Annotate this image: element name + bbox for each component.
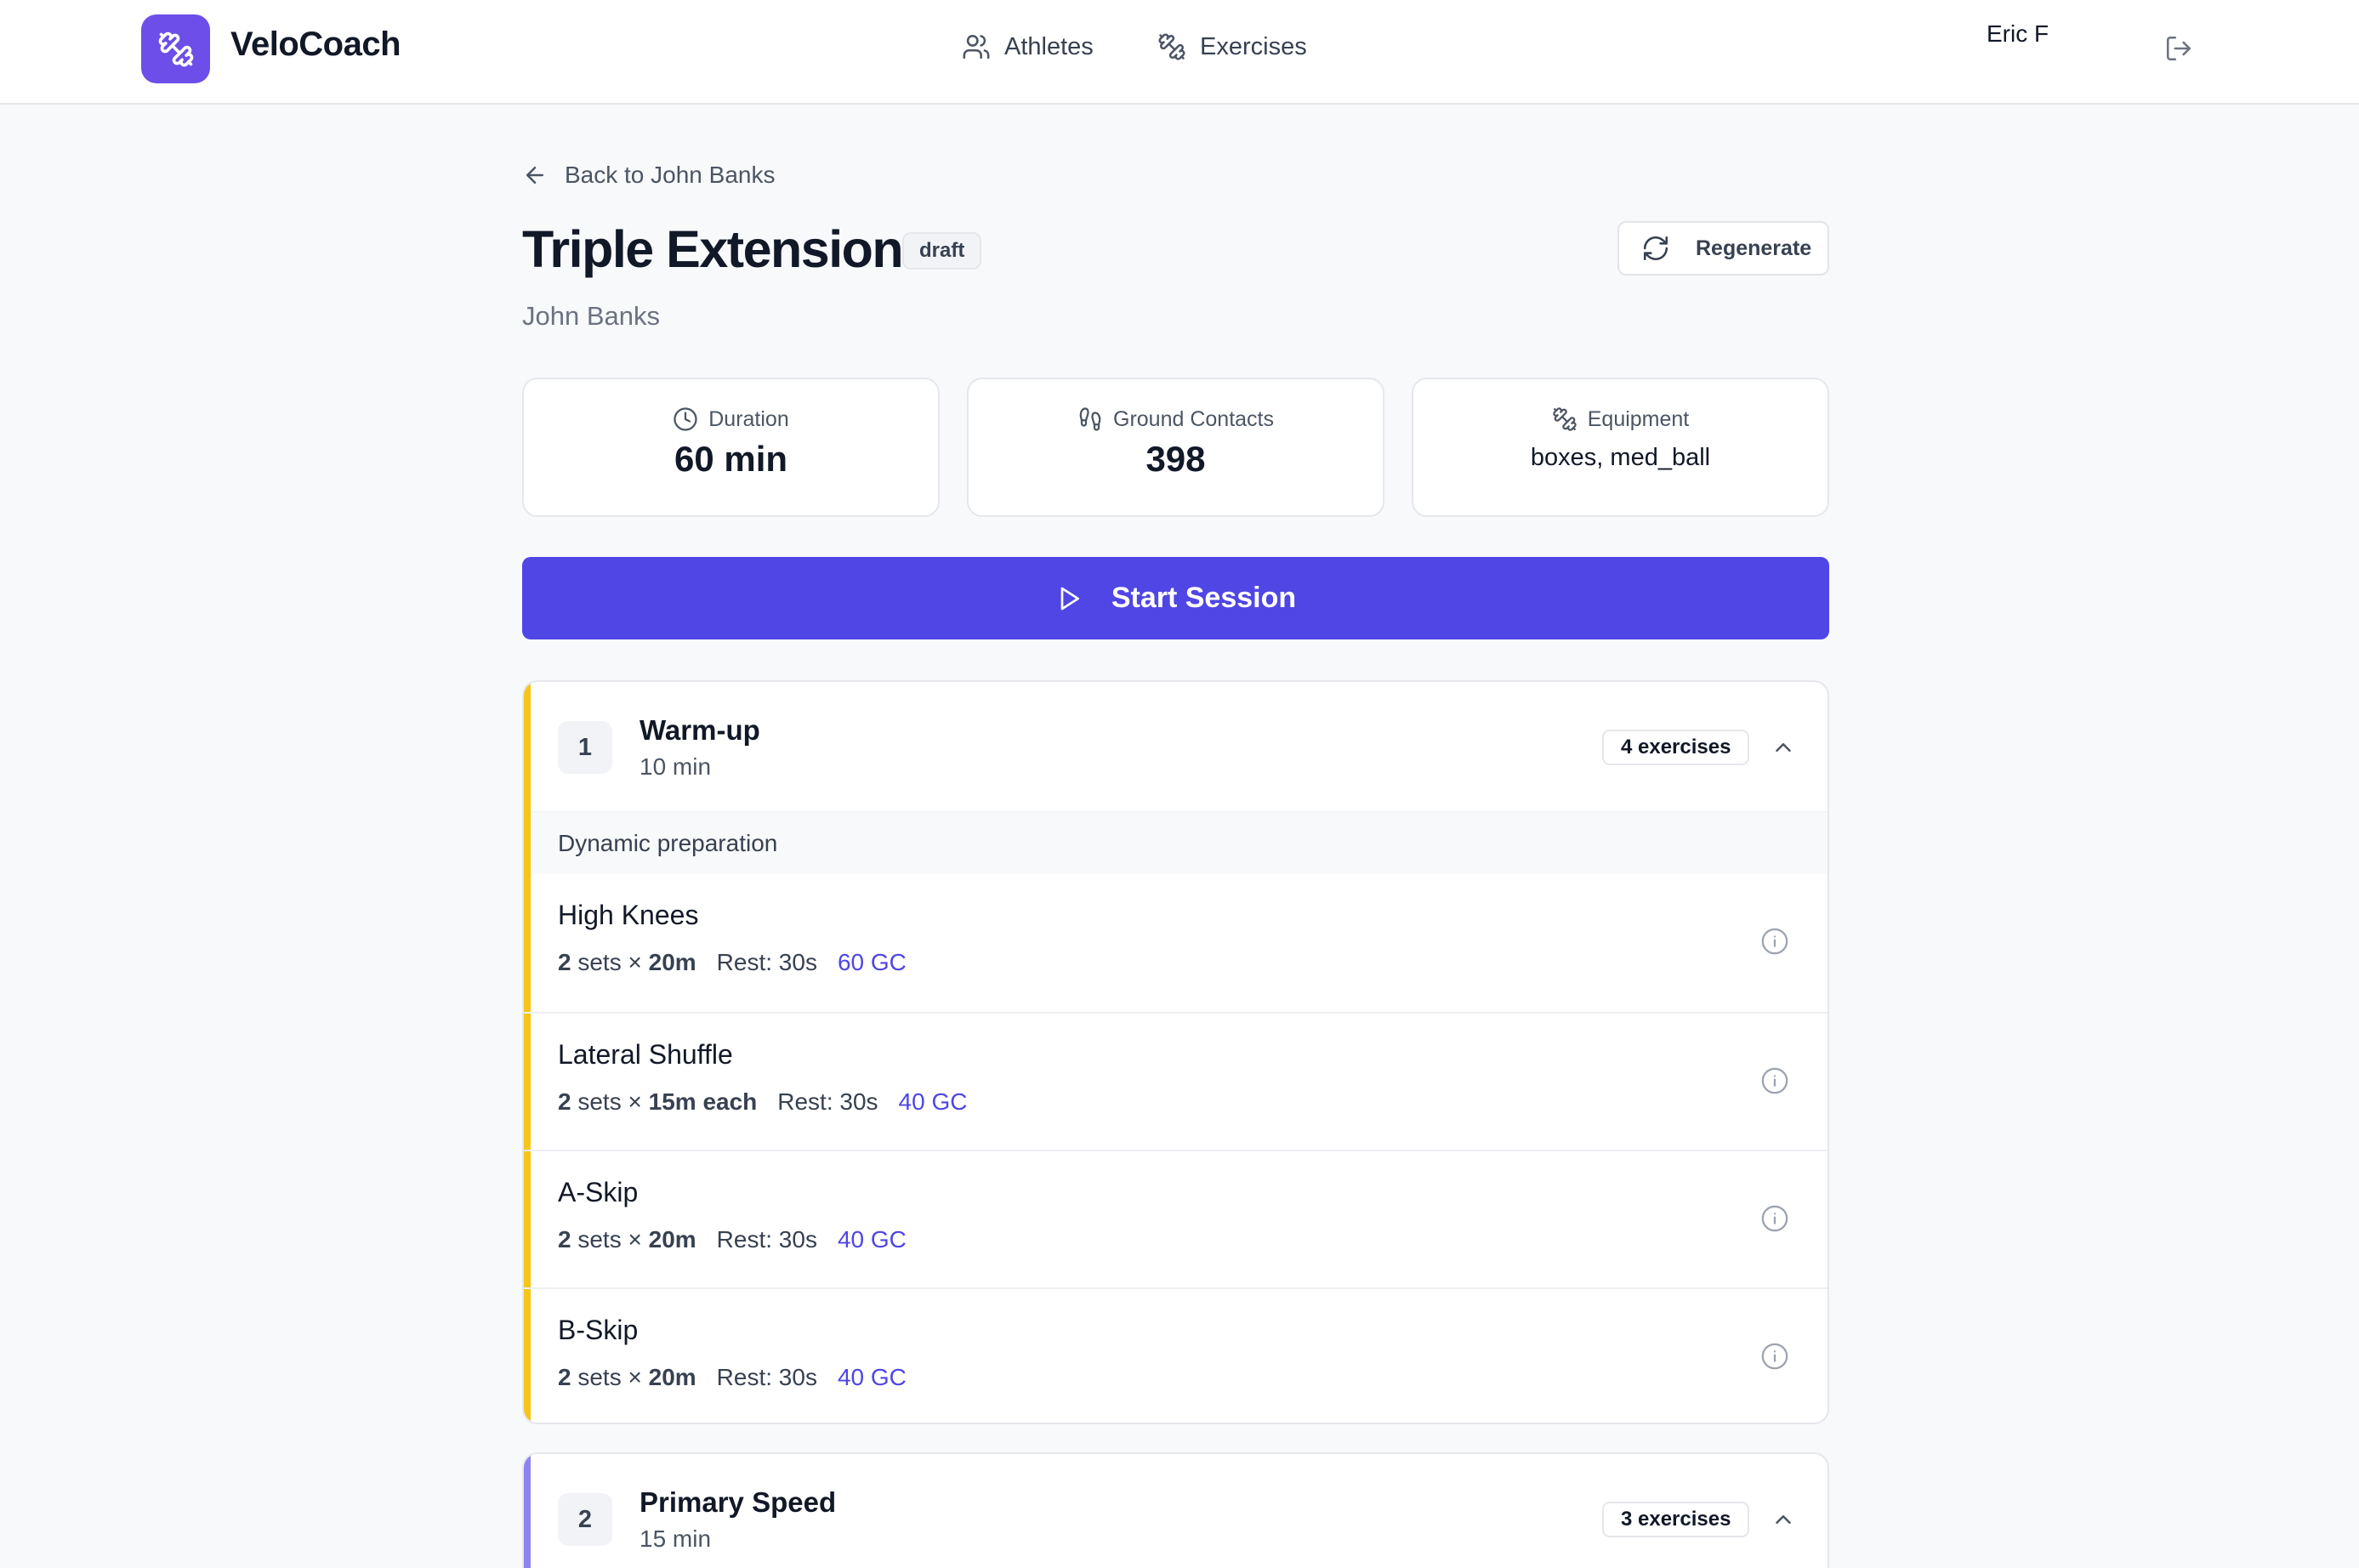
section-description: Dynamic preparation [524,811,1828,874]
logout-icon[interactable] [2164,34,2193,63]
nav-exercises-label: Exercises [1200,32,1307,60]
arrow-left-icon [526,167,543,184]
exercise-rest: Rest: 30s [777,1088,878,1115]
section-number: 2 [558,1493,612,1546]
exercise-list: High Knees 2 sets × 20m Rest: 30s 60 GC … [524,874,1828,1423]
section-warm-up: 1 Warm-up 10 min 4 exercises Dynamic pre… [522,680,1829,1424]
section-title: Primary Speed [639,1486,837,1518]
top-nav-bar: VeloCoach Athletes Exercises Eric F [0,0,2359,105]
section-header[interactable]: 2 Primary Speed 15 min 3 exercises [524,1454,1828,1568]
info-icon[interactable] [1760,1342,1789,1371]
back-link[interactable]: Back to John Banks [522,162,775,189]
exercise-count-badge: 3 exercises [1602,1502,1750,1537]
stat-value-ground-contacts: 398 [1145,439,1206,479]
exercise-prescription: 2 sets × 20m Rest: 30s 60 GC [558,949,907,976]
info-icon[interactable] [1760,927,1789,956]
exercise-prescription: 2 sets × 20m Rest: 30s 40 GC [558,1364,907,1391]
sets-count: 2 [558,1088,571,1115]
exercise-ground-contacts: 40 GC [898,1088,968,1115]
section-duration: 15 min [639,1525,712,1552]
brand-name[interactable]: VeloCoach [230,26,401,64]
sets-word: sets × [577,1088,642,1115]
chevron-up-icon[interactable] [1771,1507,1796,1532]
stat-label-row: Duration [673,406,789,432]
section-duration: 10 min [639,753,712,780]
section-title: Warm-up [639,714,760,746]
users-icon [963,34,990,60]
exercise-sets: 2 sets × 20m [558,1364,696,1391]
stat-label: Equipment [1587,406,1690,431]
clock-icon [674,407,697,431]
dumbbell-icon [158,31,193,66]
exercise-row[interactable]: B-Skip 2 sets × 20m Rest: 30s 40 GC [524,1287,1828,1423]
exercise-ground-contacts: 40 GC [837,1364,907,1390]
stat-label-row: Equipment [1552,406,1690,432]
regenerate-button[interactable]: Regenerate [1617,221,1829,276]
sets-count: 2 [558,1364,571,1390]
start-session-button[interactable]: Start Session [522,557,1829,639]
info-icon[interactable] [1760,1204,1789,1233]
stat-card-equipment: Equipment boxes, med_ball [1412,378,1829,517]
info-icon[interactable] [1760,1066,1789,1095]
sets-count: 2 [558,1226,571,1253]
stat-card-duration: Duration 60 min [522,378,940,517]
sets-count: 2 [558,949,571,975]
exercise-sets: 2 sets × 20m [558,1226,696,1253]
exercise-row[interactable]: High Knees 2 sets × 20m Rest: 30s 60 GC [524,874,1828,1012]
exercise-ground-contacts: 40 GC [837,1226,907,1253]
nav-athletes-label: Athletes [1004,32,1094,60]
section-header[interactable]: 1 Warm-up 10 min 4 exercises [524,682,1828,811]
sets-word: sets × [577,949,642,975]
exercise-rest: Rest: 30s [716,1364,817,1390]
refresh-icon [1643,236,1668,261]
exercise-name: B-Skip [558,1315,639,1345]
nav-exercises[interactable]: Exercises [1157,32,1307,61]
exercise-row[interactable]: A-Skip 2 sets × 20m Rest: 30s 40 GC [524,1150,1828,1287]
footprints-icon [1079,407,1101,431]
page-title: Triple Extension [522,220,904,278]
sets-word: sets × [577,1364,642,1390]
start-session-label: Start Session [1111,582,1297,614]
chevron-up-icon[interactable] [1771,735,1796,760]
exercise-name: A-Skip [558,1177,639,1207]
section-number: 1 [558,721,612,774]
exercise-name: High Knees [558,900,699,930]
status-badge: draft [902,232,982,270]
sets-word: sets × [577,1226,642,1253]
user-name[interactable]: Eric F [1987,20,2049,48]
stat-value-duration: 60 min [674,439,788,479]
back-link-label: Back to John Banks [565,162,776,188]
exercise-prescription: 2 sets × 20m Rest: 30s 40 GC [558,1226,907,1253]
app-logo[interactable] [141,14,210,83]
exercise-amount: 20m [648,949,696,975]
stat-label: Ground Contacts [1113,406,1274,431]
exercise-amount: 20m [648,1226,696,1253]
stat-value-equipment: boxes, med_ball [1530,444,1711,471]
stat-label: Duration [708,406,789,431]
exercise-sets: 2 sets × 15m each [558,1088,757,1116]
exercise-prescription: 2 sets × 15m each Rest: 30s 40 GC [558,1088,967,1116]
stat-card-ground-contacts: Ground Contacts 398 [967,378,1384,517]
dumbbell-icon [1553,407,1577,431]
regenerate-label: Regenerate [1696,236,1812,260]
exercise-row[interactable]: Lateral Shuffle 2 sets × 15m each Rest: … [524,1012,1828,1150]
play-icon [1060,587,1079,610]
athlete-name: John Banks [522,301,660,331]
nav-athletes[interactable]: Athletes [962,32,1094,61]
exercise-rest: Rest: 30s [716,1226,817,1253]
dumbbell-icon [1158,33,1185,60]
exercise-amount: 15m each [648,1088,758,1115]
stat-label-row: Ground Contacts [1077,406,1274,432]
exercise-sets: 2 sets × 20m [558,949,696,976]
exercise-name: Lateral Shuffle [558,1039,733,1070]
exercise-amount: 20m [648,1364,696,1390]
exercise-rest: Rest: 30s [716,949,817,975]
exercise-count-badge: 4 exercises [1602,730,1750,765]
exercise-ground-contacts: 60 GC [837,949,907,975]
section-primary-speed: 2 Primary Speed 15 min 3 exercises [522,1452,1829,1568]
